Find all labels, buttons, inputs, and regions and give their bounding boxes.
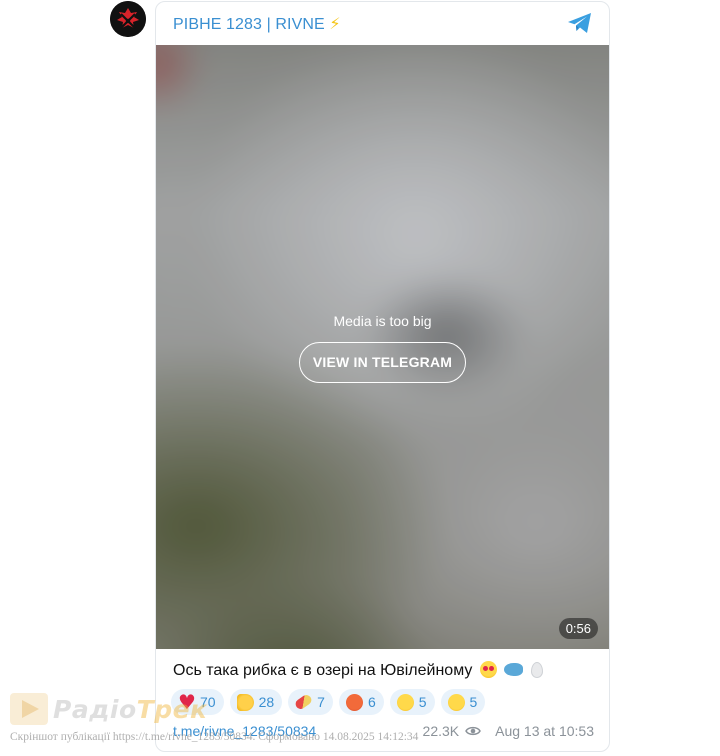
post-caption: Ось така рибка є в озері на Ювілейному — [173, 661, 543, 680]
channel-title-text: РІВНЕ 1283 | RIVNE — [173, 16, 325, 33]
reaction-pill[interactable]: 7 — [288, 689, 333, 715]
watermark-text-a: Радіо — [53, 694, 137, 724]
eye-icon — [465, 726, 481, 736]
post-meta: 22.3K Aug 13 at 10:53 — [423, 723, 594, 739]
reaction-count: 7 — [317, 694, 325, 710]
watermark-text-b: Трек — [136, 694, 208, 724]
reaction-angry[interactable]: 6 — [338, 689, 384, 715]
post-caption-text: Ось така рибка є в озері на Ювілейному — [173, 662, 473, 679]
radiotrek-watermark-logo: РадіоТрек — [9, 692, 208, 726]
angry-face-emoji — [345, 693, 363, 711]
post-card: РІВНЕ 1283 | RIVNE ⚡ Media is too big VI… — [155, 1, 610, 752]
pin-emoji — [530, 662, 543, 678]
thumbs-up-emoji — [236, 693, 254, 711]
fish-emoji — [504, 663, 524, 676]
reaction-sad[interactable]: 5 — [440, 689, 486, 715]
pill-emoji — [293, 693, 314, 711]
channel-title[interactable]: РІВНЕ 1283 | RIVNE ⚡ — [173, 14, 341, 34]
play-icon — [10, 693, 48, 725]
watermark-text: РадіоТрек — [53, 695, 208, 724]
view-count: 22.3K — [422, 723, 460, 739]
reaction-count: 6 — [367, 694, 376, 710]
heart-eyes-emoji — [479, 661, 497, 678]
channel-emblem-icon — [110, 1, 146, 37]
reaction-grin[interactable]: 5 — [389, 689, 435, 715]
channel-avatar[interactable] — [110, 1, 146, 37]
grinning-face-emoji — [396, 693, 414, 711]
media-too-big-message: Media is too big — [333, 313, 432, 329]
reaction-count: 28 — [258, 694, 275, 710]
post-date[interactable]: Aug 13 at 10:53 — [495, 723, 594, 739]
post-header: РІВНЕ 1283 | RIVNE ⚡ — [156, 2, 609, 45]
sad-face-emoji — [447, 693, 465, 711]
screenshot-note: Скріншот публікації https://t.me/rivne_1… — [10, 731, 419, 743]
video-preview[interactable]: Media is too big VIEW IN TELEGRAM 0:56 — [156, 45, 609, 649]
reaction-count: 5 — [418, 694, 427, 710]
reaction-thumbs-up[interactable]: 28 — [229, 689, 283, 715]
telegram-icon[interactable] — [567, 12, 593, 34]
view-in-telegram-button[interactable]: VIEW IN TELEGRAM — [299, 342, 466, 383]
lightning-icon: ⚡ — [329, 16, 341, 33]
video-duration-badge: 0:56 — [558, 618, 598, 639]
reactions-bar: 70 28 7 6 5 5 — [171, 689, 486, 715]
reaction-count: 5 — [469, 694, 478, 710]
